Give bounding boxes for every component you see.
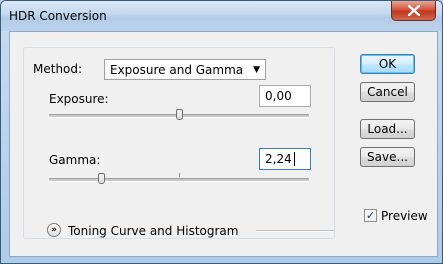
gamma-slider-center-tick [179,173,180,177]
toning-expand-toggle[interactable]: » [47,223,61,237]
dialog-body: Method: Exposure and Gamma ▼ Exposure: 0… [9,31,438,257]
title-bar[interactable]: HDR Conversion [1,1,442,31]
checkmark-icon: ✓ [365,209,376,222]
gamma-slider-thumb[interactable] [97,173,105,184]
toning-label: Toning Curve and Histogram [68,224,239,238]
load-button[interactable]: Load... [360,119,415,139]
preview-label: Preview [381,209,428,223]
method-label: Method: [33,62,83,76]
exposure-value: 0,00 [265,89,292,103]
method-dropdown[interactable]: Exposure and Gamma ▼ [104,59,266,80]
preview-checkbox[interactable]: ✓ [364,209,377,222]
text-caret [294,152,295,166]
gamma-slider-track[interactable] [49,178,309,182]
gamma-label: Gamma: [49,153,101,167]
save-button[interactable]: Save... [360,147,415,167]
ok-button[interactable]: OK [360,54,415,74]
cancel-button[interactable]: Cancel [360,82,415,102]
exposure-field[interactable]: 0,00 [259,85,311,107]
close-button[interactable] [391,1,436,21]
window-title: HDR Conversion [9,9,107,23]
options-group: Method: Exposure and Gamma ▼ Exposure: 0… [23,47,335,239]
exposure-label: Exposure: [49,92,109,106]
gamma-value: 2,24 [265,152,292,166]
toning-divider [256,230,334,232]
chevron-down-icon: » [51,225,57,235]
gamma-field[interactable]: 2,24 [259,148,311,170]
hdr-conversion-dialog: HDR Conversion Method: Exposure and Gamm… [0,0,443,264]
method-value: Exposure and Gamma [110,63,244,77]
dropdown-arrow-icon: ▼ [253,65,260,75]
exposure-slider-thumb[interactable] [175,109,183,120]
close-icon [407,5,420,16]
